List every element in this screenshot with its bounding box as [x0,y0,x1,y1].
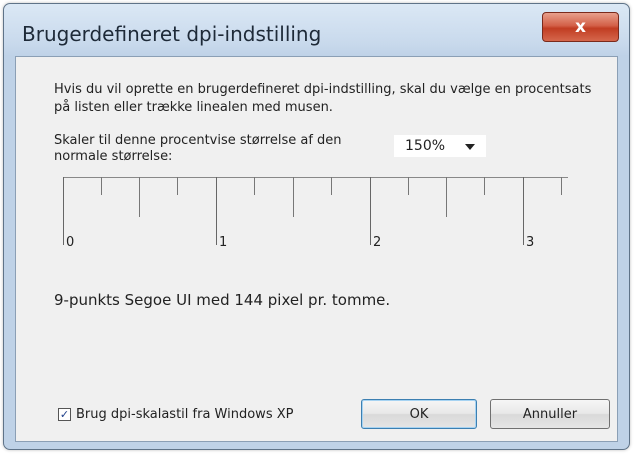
ruler-major-tick [216,177,217,245]
description-text: Hvis du vil oprette en brugerdefineret d… [54,82,592,115]
ruler-label-2: 2 [373,235,382,250]
ruler-minor-tick [254,177,255,195]
ruler-minor-tick [561,177,562,195]
ruler-minor-tick [101,177,102,195]
scale-dropdown-value: 150% [405,138,446,154]
checkmark-icon: ✓ [59,408,70,421]
ruler-label-1: 1 [219,235,228,250]
title-bar[interactable]: Brugerdefineret dpi-indstilling x [4,4,629,56]
scale-label: Skaler til denne procentvise størrelse a… [54,133,342,164]
dialog-window: Brugerdefineret dpi-indstilling x Hvis d… [3,3,630,450]
ruler-label-0: 0 [66,235,75,250]
ruler-minor-tick [177,177,178,195]
ruler-minor-tick [331,177,332,195]
xp-scaling-checkbox[interactable]: ✓ [58,408,71,421]
scale-dropdown[interactable]: 150% [394,135,486,157]
ruler-major-tick [523,177,524,245]
ruler-minor-tick [408,177,409,195]
window-title: Brugerdefineret dpi-indstilling [22,22,322,46]
ruler-mid-tick [446,177,447,217]
xp-scaling-label[interactable]: Brug dpi-skalastil fra Windows XP [76,407,293,422]
close-button[interactable]: x [542,12,619,42]
close-icon: x [575,17,586,37]
font-info-text: 9-punkts Segoe UI med 144 pixel pr. tomm… [54,291,391,309]
dialog-content: Hvis du vil oprette en brugerdefineret d… [15,56,618,442]
dpi-ruler[interactable]: 0 1 2 3 [58,177,578,267]
ruler-major-tick [63,177,64,245]
ruler-mid-tick [293,177,294,217]
ok-button[interactable]: OK [361,399,477,429]
ruler-label-3: 3 [526,235,535,250]
chevron-down-icon[interactable] [465,144,475,150]
xp-scaling-option[interactable]: ✓ Brug dpi-skalastil fra Windows XP [58,407,293,422]
ruler-mid-tick [139,177,140,217]
cancel-button[interactable]: Annuller [490,399,610,429]
ruler-major-tick [370,177,371,245]
ruler-minor-tick [484,177,485,195]
